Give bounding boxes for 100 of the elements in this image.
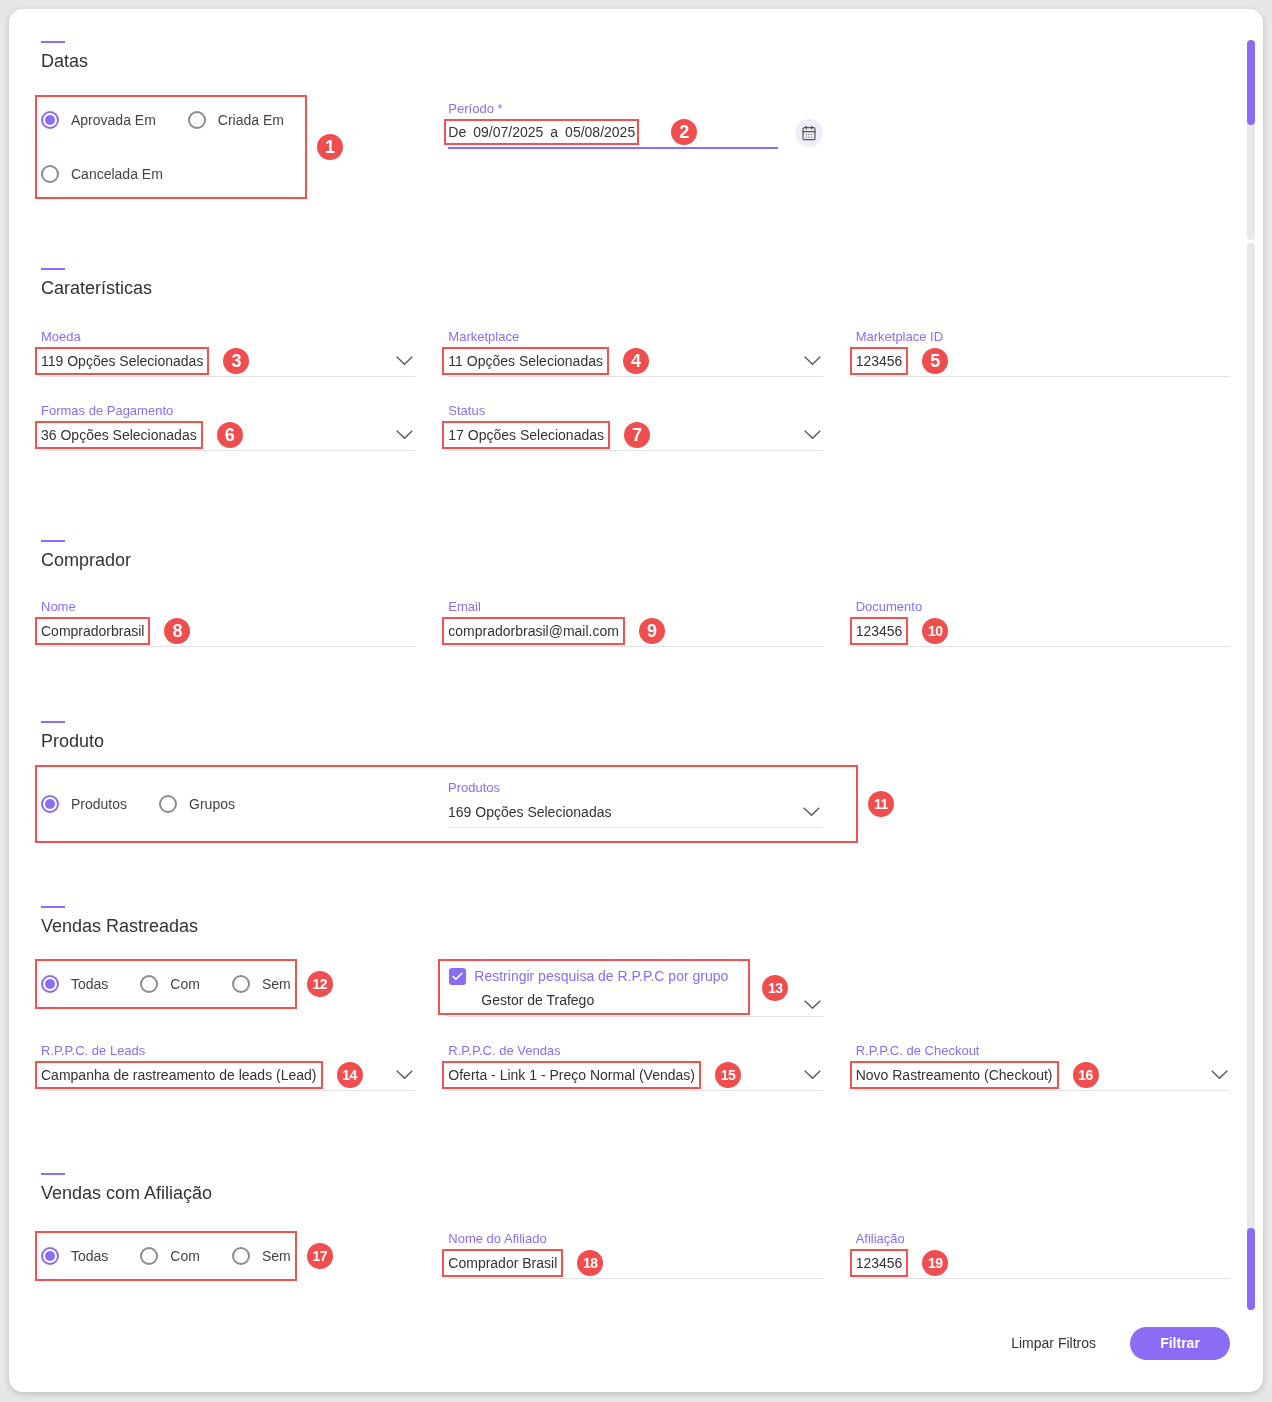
scrollbar-track[interactable] (1247, 243, 1255, 1310)
callout-badge: 5 (922, 347, 949, 374)
callout-badge: 12 (306, 971, 333, 997)
input-field[interactable]: compradorbrasil@mail.com 9 (448, 615, 823, 647)
radio-label[interactable]: Todas (71, 973, 109, 995)
select-field[interactable]: Campanha de rastreamento de leads (Lead) 14 (41, 1059, 416, 1091)
accent-line (41, 41, 65, 43)
checkbox[interactable] (449, 967, 467, 985)
chevron-down-icon[interactable] (803, 1000, 821, 1009)
chevron-down-icon[interactable] (1211, 1070, 1228, 1079)
field-label: Moeda (41, 329, 82, 345)
select-value: 17 Opções Selecionadas (448, 425, 604, 444)
input-value: compradorbrasil@mail.com (448, 621, 619, 640)
input-field[interactable]: 123456 5 (855, 345, 1230, 377)
radio-button[interactable] (41, 1247, 59, 1265)
radio-label[interactable]: Grupos (189, 793, 235, 815)
field-label: Marketplace (448, 329, 521, 345)
callout-badge: 16 (1072, 1061, 1099, 1088)
radio-label[interactable]: Todas (71, 1245, 109, 1267)
select-field[interactable]: Oferta - Link 1 - Preço Normal (Vendas) 15 (448, 1059, 823, 1091)
date-separator: a (550, 123, 559, 141)
callout-badge: 8 (164, 617, 191, 644)
field-label: R.P.P.C. de Checkout (855, 1043, 981, 1059)
callout-badge: 15 (715, 1061, 741, 1088)
select-field[interactable]: Novo Rastreamento (Checkout) 16 (855, 1059, 1230, 1091)
scrollbar-thumb[interactable] (1247, 1228, 1255, 1310)
callout-badge: 14 (336, 1061, 363, 1088)
radio-label[interactable]: Produtos (71, 793, 128, 815)
chevron-down-icon[interactable] (803, 430, 821, 439)
field-label: Marketplace ID (855, 329, 945, 345)
filter-button[interactable]: Filtrar (1130, 1327, 1230, 1360)
field-label: R.P.P.C. de Leads (41, 1043, 147, 1059)
radio-label[interactable]: Com (170, 973, 200, 995)
date-prefix: De (448, 123, 467, 141)
field-label: Período * (448, 101, 504, 117)
radio-button[interactable] (140, 975, 159, 993)
radio-button[interactable] (41, 975, 59, 993)
radio-label[interactable]: Sem (261, 973, 291, 995)
radio-button[interactable] (41, 795, 59, 813)
chevron-down-icon[interactable] (396, 356, 414, 365)
radio-button[interactable] (41, 111, 59, 129)
radio-button[interactable] (231, 1247, 250, 1265)
input-field[interactable]: 123456 10 (855, 615, 1230, 647)
chevron-down-icon[interactable] (803, 356, 821, 365)
checkbox-label[interactable]: Restringir pesquisa de R.P.P.C por grupo (474, 967, 729, 985)
select-field[interactable]: 169 Opções Selecionadas (448, 796, 822, 828)
radio-button[interactable] (41, 165, 59, 183)
callout-badge: 13 (762, 975, 789, 1001)
radio-label[interactable]: Cancelada Em (71, 163, 163, 185)
field-label: Formas de Pagamento (41, 403, 175, 419)
section-title: Vendas Rastreadas (41, 916, 199, 936)
radio-label[interactable]: Criada Em (217, 109, 284, 131)
callout-badge: 2 (671, 119, 698, 145)
radio-button[interactable] (187, 111, 206, 129)
select-value: Campanha de rastreamento de leads (Lead) (41, 1065, 317, 1084)
input-field[interactable]: 123456 19 (855, 1247, 1230, 1279)
field-label: Status (448, 403, 487, 419)
select-field[interactable]: Restringir pesquisa de R.P.P.C por grupo Gestor de Trafego 13 (448, 959, 823, 1017)
accent-line (41, 268, 65, 270)
input-field[interactable]: Comprador Brasil 18 (448, 1247, 823, 1279)
radio-button[interactable] (159, 795, 178, 813)
select-field[interactable]: 11 Opções Selecionadas 4 (448, 345, 823, 377)
scrollbar-track[interactable] (1247, 40, 1255, 240)
field-label: Nome (41, 599, 77, 615)
section-title: Datas (41, 51, 89, 71)
input-value: 123456 (855, 1253, 903, 1272)
chevron-down-icon[interactable] (803, 807, 820, 816)
date-range-field[interactable]: De 09/07/2025 a 05/08/2025 2 (448, 117, 779, 149)
input-value: 123456 (855, 351, 903, 370)
accent-line (41, 906, 65, 908)
callout-badge: 1 (317, 134, 343, 160)
field-label: Email (448, 599, 482, 615)
input-value: Compradorbrasil (41, 621, 145, 640)
select-field[interactable]: 17 Opções Selecionadas 7 (448, 419, 823, 451)
select-value: 11 Opções Selecionadas (448, 351, 603, 370)
radio-button[interactable] (140, 1247, 159, 1265)
radio-label[interactable]: Aprovada Em (71, 109, 156, 131)
accent-line (41, 1173, 65, 1175)
select-field[interactable]: 119 Opções Selecionadas 3 (41, 345, 416, 377)
select-field[interactable]: 36 Opções Selecionadas 6 (41, 419, 416, 451)
radio-label[interactable]: Com (170, 1245, 200, 1267)
callout-badge: 19 (922, 1249, 949, 1276)
callout-badge: 9 (638, 617, 665, 644)
radio-button[interactable] (231, 975, 250, 993)
chevron-down-icon[interactable] (803, 1070, 821, 1079)
chevron-down-icon[interactable] (396, 1070, 414, 1079)
chevron-down-icon[interactable] (396, 430, 414, 439)
input-field[interactable]: Compradorbrasil 8 (41, 615, 416, 647)
accent-line (41, 721, 65, 723)
select-value: 119 Opções Selecionadas (41, 351, 204, 370)
callout-badge: 3 (223, 347, 250, 374)
section-title: Caraterísticas (41, 278, 153, 298)
calendar-button[interactable] (794, 119, 823, 147)
callout-badge: 10 (922, 617, 949, 644)
radio-label[interactable]: Sem (261, 1245, 291, 1267)
clear-filters-button[interactable]: Limpar Filtros (1009, 1327, 1098, 1360)
scrollbar-thumb[interactable] (1247, 40, 1255, 125)
section-title: Comprador (41, 550, 132, 570)
input-value: 123456 (855, 621, 903, 640)
callout-badge: 18 (577, 1249, 604, 1276)
